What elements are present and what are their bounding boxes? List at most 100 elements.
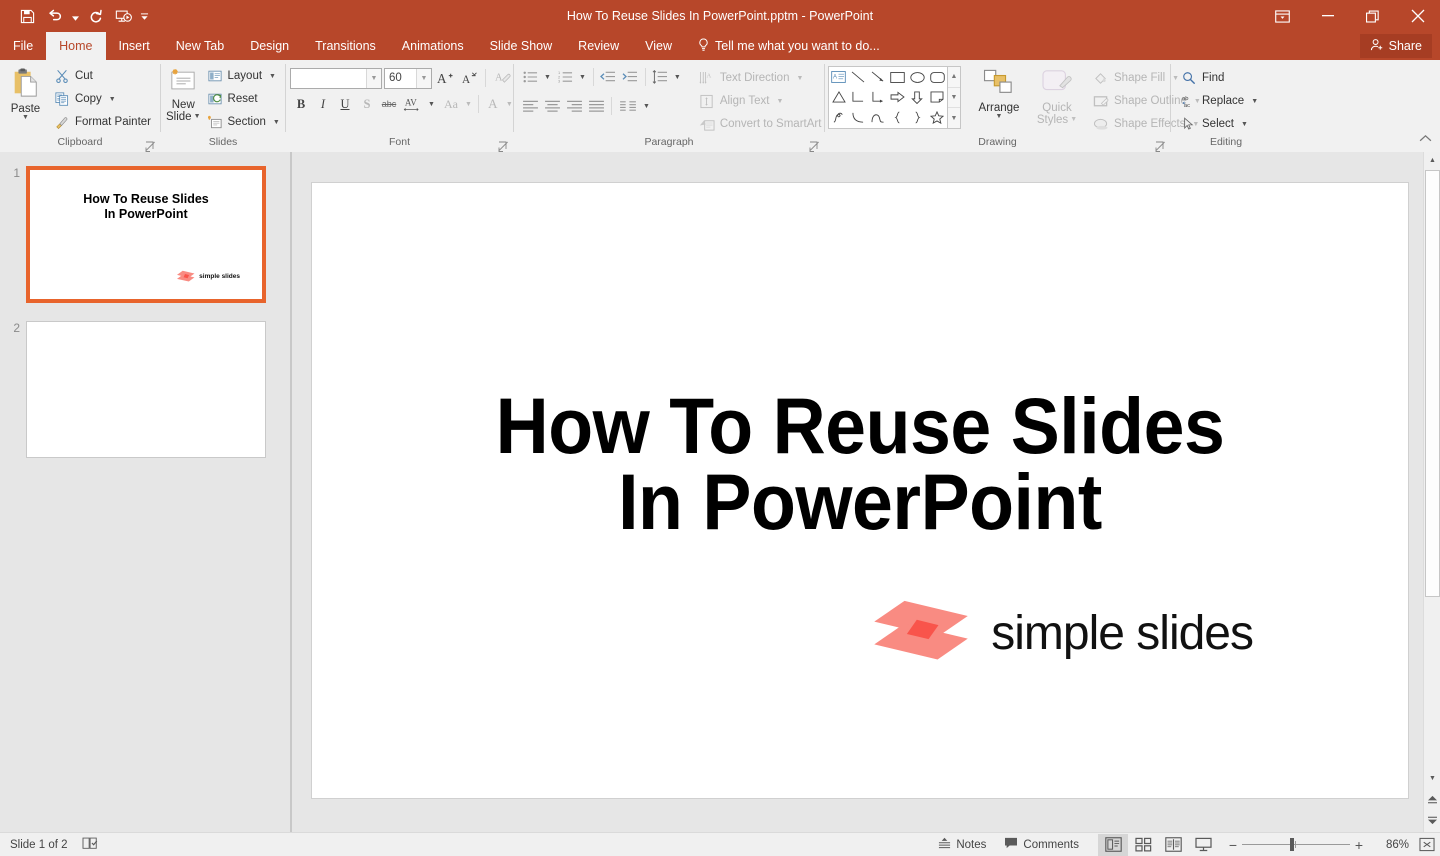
justify-button[interactable] xyxy=(586,96,607,117)
ribbon-display-options-icon[interactable] xyxy=(1260,0,1305,32)
paragraph-dialog-launcher[interactable] xyxy=(809,139,820,152)
cut-button[interactable]: Cut xyxy=(50,65,155,87)
close-icon[interactable] xyxy=(1395,0,1440,32)
shapes-gallery[interactable]: A xyxy=(828,66,948,129)
align-center-button[interactable] xyxy=(542,96,563,117)
tab-design[interactable]: Design xyxy=(237,32,302,60)
next-slide-icon[interactable] xyxy=(1424,812,1440,829)
align-right-button[interactable] xyxy=(564,96,585,117)
replace-button[interactable]: ab ac Replace ▼ xyxy=(1177,90,1262,112)
previous-slide-icon[interactable] xyxy=(1424,791,1440,808)
slide-editing-area[interactable]: How To Reuse Slides In PowerPoint simple… xyxy=(292,152,1440,832)
shape-star-icon[interactable] xyxy=(927,108,947,128)
customize-qat-icon[interactable] xyxy=(139,4,150,28)
layout-dropdown-icon[interactable]: ▼ xyxy=(269,73,276,80)
comments-button[interactable]: Comments xyxy=(995,833,1088,856)
tab-file[interactable]: File xyxy=(0,32,46,60)
reset-button[interactable]: Reset xyxy=(203,88,284,110)
shape-down-arrow-icon[interactable] xyxy=(908,87,928,107)
copy-button[interactable]: Copy ▼ xyxy=(50,88,155,110)
slide-sorter-view-button[interactable] xyxy=(1128,834,1158,856)
increase-indent-button[interactable] xyxy=(620,67,641,88)
font-dialog-launcher[interactable] xyxy=(498,139,509,152)
tab-animations[interactable]: Animations xyxy=(389,32,477,60)
slide-show-view-button[interactable] xyxy=(1188,834,1218,856)
drawing-dialog-launcher[interactable] xyxy=(1155,139,1166,152)
shape-rectangle-icon[interactable] xyxy=(888,67,908,87)
tab-transitions[interactable]: Transitions xyxy=(302,32,389,60)
bold-button[interactable]: B xyxy=(290,93,312,115)
increase-font-size-button[interactable]: A xyxy=(434,67,456,89)
layout-button[interactable]: Layout ▼ xyxy=(203,65,284,87)
change-case-button[interactable]: Aa xyxy=(439,93,463,115)
strikethrough-button[interactable]: abc xyxy=(378,93,400,115)
align-text-dropdown-icon[interactable]: ▼ xyxy=(776,98,783,105)
slide-canvas[interactable]: How To Reuse Slides In PowerPoint simple… xyxy=(311,182,1409,799)
select-button[interactable]: Select ▼ xyxy=(1177,113,1262,135)
shapes-gallery-more-icon[interactable]: ▼ xyxy=(948,108,960,128)
tab-view[interactable]: View xyxy=(632,32,685,60)
shape-line-icon[interactable] xyxy=(849,67,869,87)
line-spacing-button[interactable] xyxy=(650,67,671,88)
shape-rounded-rectangle-icon[interactable] xyxy=(927,67,947,87)
shape-right-arrow-icon[interactable] xyxy=(888,87,908,107)
redo-icon[interactable] xyxy=(83,4,109,28)
shapes-scroll-up-icon[interactable]: ▲ xyxy=(948,67,960,88)
notes-button[interactable]: Notes xyxy=(929,833,995,856)
zoom-slider-handle[interactable] xyxy=(1290,837,1294,851)
section-dropdown-icon[interactable]: ▼ xyxy=(273,119,280,126)
font-size-combo[interactable]: 60 ▼ xyxy=(384,67,432,89)
restore-icon[interactable] xyxy=(1350,0,1395,32)
bullets-dropdown-icon[interactable]: ▼ xyxy=(544,74,551,81)
zoom-out-button[interactable]: − xyxy=(1224,837,1242,853)
fit-to-window-button[interactable] xyxy=(1414,834,1440,856)
arrange-button[interactable]: Arrange ▼ xyxy=(973,66,1025,135)
undo-dropdown-icon[interactable] xyxy=(70,4,81,28)
scroll-up-icon[interactable]: ▲ xyxy=(1424,152,1440,169)
zoom-level-label[interactable]: 86% xyxy=(1374,839,1414,851)
decrease-font-size-button[interactable]: A xyxy=(458,67,480,89)
tab-new-tab[interactable]: New Tab xyxy=(163,32,237,60)
collapse-ribbon-button[interactable] xyxy=(1419,130,1432,148)
font-size-dropdown-icon[interactable]: ▼ xyxy=(416,68,431,88)
minimize-icon[interactable] xyxy=(1305,0,1350,32)
shape-folded-corner-icon[interactable] xyxy=(927,87,947,107)
tab-slide-show[interactable]: Slide Show xyxy=(477,32,566,60)
paste-dropdown-icon[interactable]: ▼ xyxy=(22,114,29,121)
shape-triangle-icon[interactable] xyxy=(829,87,849,107)
slide-title-placeholder[interactable]: How To Reuse Slides In PowerPoint xyxy=(406,386,1314,541)
quick-styles-dropdown-icon[interactable]: ▼ xyxy=(1070,116,1077,123)
shape-left-brace-icon[interactable] xyxy=(888,108,908,128)
paste-button[interactable]: Paste ▼ xyxy=(5,64,46,121)
shape-elbow-arrow-icon[interactable] xyxy=(868,87,888,107)
tab-insert[interactable]: Insert xyxy=(106,32,163,60)
align-left-button[interactable] xyxy=(520,96,541,117)
share-button[interactable]: Share xyxy=(1359,34,1432,58)
thumbnail-1[interactable]: How To Reuse Slides In PowerPoint simple … xyxy=(26,166,266,303)
shape-arrow-icon[interactable] xyxy=(868,67,888,87)
normal-view-button[interactable] xyxy=(1098,833,1128,856)
align-text-button[interactable]: Align Text ▼ xyxy=(695,90,840,112)
font-name-combo[interactable]: ▼ xyxy=(290,67,382,89)
slide-counter[interactable]: Slide 1 of 2 xyxy=(10,839,68,851)
slide-thumbnail-pane[interactable]: 1 How To Reuse Slides In PowerPoint simpl… xyxy=(0,152,290,832)
section-button[interactable]: Section ▼ xyxy=(203,111,284,133)
thumbnail-2[interactable] xyxy=(26,321,266,458)
convert-to-smartart-button[interactable]: Convert to SmartArt ▼ xyxy=(695,113,840,135)
decrease-indent-button[interactable] xyxy=(598,67,619,88)
numbering-button[interactable]: 123 xyxy=(555,67,576,88)
select-dropdown-icon[interactable]: ▼ xyxy=(1241,121,1248,128)
character-spacing-dropdown-icon[interactable]: ▼ xyxy=(428,101,435,108)
shape-scribble-icon[interactable] xyxy=(829,108,849,128)
quick-styles-button[interactable]: Quick Styles ▼ xyxy=(1031,66,1083,135)
replace-dropdown-icon[interactable]: ▼ xyxy=(1251,98,1258,105)
copy-dropdown-icon[interactable]: ▼ xyxy=(109,96,116,103)
columns-dropdown-icon[interactable]: ▼ xyxy=(643,103,650,110)
tab-review[interactable]: Review xyxy=(565,32,632,60)
scrollbar-thumb[interactable] xyxy=(1425,170,1440,597)
thumbnail-slide-2[interactable]: 2 xyxy=(4,321,266,458)
zoom-slider[interactable] xyxy=(1242,837,1350,852)
shapes-gallery-scrollbar[interactable]: ▲ ▼ ▼ xyxy=(948,66,961,129)
thumbnail-slide-1[interactable]: 1 How To Reuse Slides In PowerPoint simpl… xyxy=(4,166,266,303)
arrange-dropdown-icon[interactable]: ▼ xyxy=(996,113,1003,120)
